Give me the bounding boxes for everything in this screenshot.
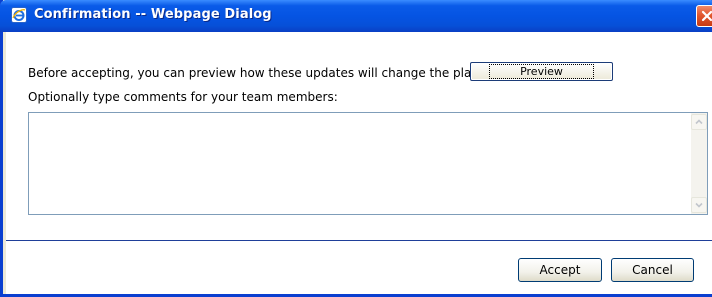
scroll-down-button[interactable] [691, 197, 707, 213]
close-icon [701, 10, 712, 22]
internet-explorer-icon [11, 7, 27, 23]
comments-textarea[interactable] [28, 112, 708, 215]
chevron-down-icon [695, 202, 703, 208]
chevron-up-icon [695, 119, 703, 125]
comments-scrollbar[interactable] [691, 113, 707, 214]
preview-button[interactable]: Preview [470, 62, 613, 81]
footer-divider [6, 240, 712, 241]
comments-label: Optionally type comments for your team m… [28, 90, 338, 104]
title-bar[interactable]: Confirmation -- Webpage Dialog [0, 0, 712, 32]
scroll-up-button[interactable] [691, 114, 707, 130]
accept-button[interactable]: Accept [518, 258, 602, 282]
preview-button-label: Preview [489, 64, 594, 79]
dialog-title: Confirmation -- Webpage Dialog [34, 7, 272, 22]
dialog-content: Before accepting, you can preview how th… [6, 32, 712, 294]
preview-prompt-label: Before accepting, you can preview how th… [28, 66, 483, 80]
dialog-window: Confirmation -- Webpage Dialog Before ac… [0, 0, 712, 297]
close-button[interactable] [696, 5, 712, 27]
cancel-button[interactable]: Cancel [611, 258, 694, 282]
